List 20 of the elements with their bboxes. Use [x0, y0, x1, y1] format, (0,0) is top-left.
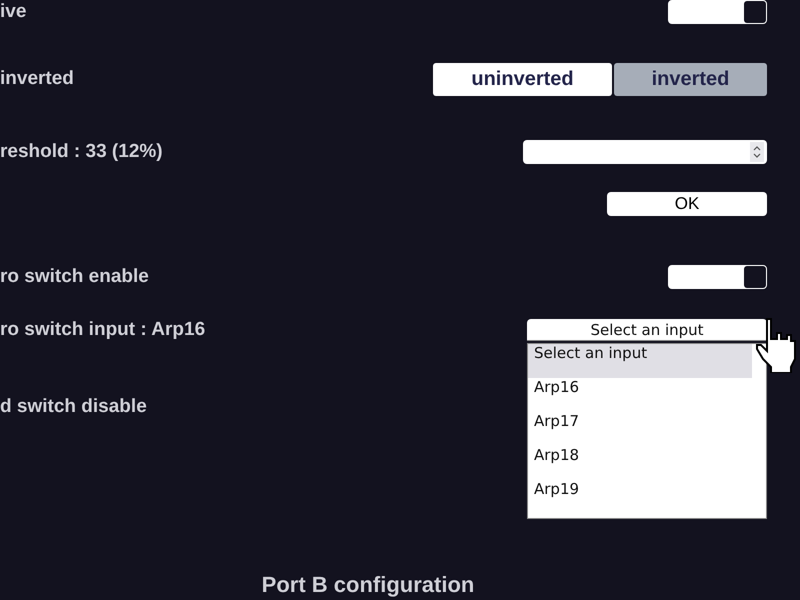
number-field[interactable] [523, 140, 767, 164]
setting-label: ive [0, 1, 26, 23]
section-heading: Port B configuration [260, 572, 476, 598]
dropdown-option[interactable]: Arp17 [528, 412, 752, 446]
toggle-switch[interactable] [668, 0, 767, 24]
setting-label: inverted [0, 68, 74, 90]
input-select[interactable]: Select an input [527, 319, 767, 341]
setting-label: ro switch input : Arp16 [0, 319, 206, 341]
setting-label: d switch disable [0, 396, 147, 418]
dropdown-option[interactable]: Select an input [528, 344, 752, 378]
spinner-icon[interactable] [750, 142, 764, 162]
dropdown-option[interactable]: Arp18 [528, 446, 752, 480]
dropdown-option[interactable]: Arp16 [528, 378, 752, 412]
segment-button[interactable]: uninverted [433, 62, 612, 96]
segment-button[interactable]: inverted [614, 62, 767, 96]
setting-label: ro switch enable [0, 266, 149, 288]
setting-label: reshold : 33 (12%) [0, 141, 163, 163]
dropdown-option[interactable]: Arp19 [528, 480, 752, 514]
ok-button[interactable]: OK [607, 192, 767, 216]
toggle-switch[interactable] [668, 265, 767, 289]
